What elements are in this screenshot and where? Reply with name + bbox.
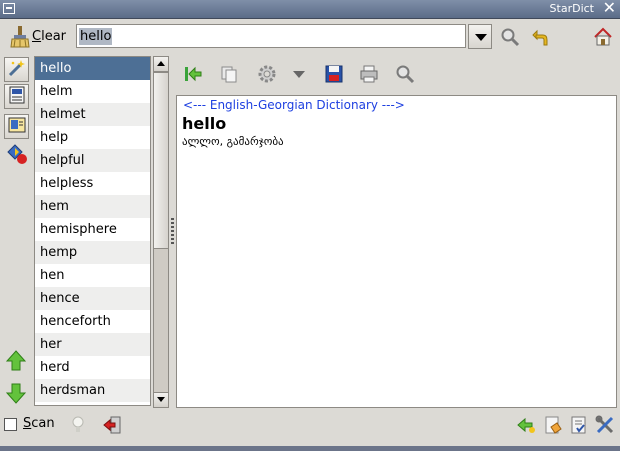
window-bottom-edge: [0, 446, 620, 451]
dictionary-name: <--- English-Georgian Dictionary --->: [183, 98, 405, 112]
back-icon[interactable]: [530, 26, 552, 48]
down-arrow-icon[interactable]: [5, 382, 27, 404]
clear-broom-icon[interactable]: [9, 25, 31, 49]
dict-list-button[interactable]: [4, 84, 29, 109]
word-list-scrollbar[interactable]: [153, 56, 169, 408]
scroll-up-arrow-icon[interactable]: [154, 57, 168, 72]
scroll-down-arrow-icon[interactable]: [154, 392, 168, 407]
clear-label-rest: lear: [41, 29, 66, 44]
definition-translation: ალლო, გამარჯობა: [182, 135, 284, 148]
preferences-icon[interactable]: [595, 415, 615, 435]
scan-label[interactable]: Scan: [23, 416, 55, 431]
title-bar: StarDict ✕: [0, 0, 620, 19]
fuzzy-search-icon: [7, 58, 27, 82]
clear-mnemonic: C: [32, 29, 42, 44]
print-icon[interactable]: [358, 63, 380, 85]
scrollbar-thumb[interactable]: [154, 72, 168, 249]
list-item[interactable]: help: [35, 126, 150, 149]
up-arrow-icon[interactable]: [5, 350, 27, 372]
list-item[interactable]: helmet: [35, 103, 150, 126]
search-in-text-icon[interactable]: [394, 63, 416, 85]
definition-pane[interactable]: <--- English-Georgian Dictionary ---> he…: [176, 95, 617, 408]
list-item[interactable]: hence: [35, 287, 150, 310]
fuzzy-search-button[interactable]: [4, 57, 29, 82]
close-icon[interactable]: ✕: [603, 0, 616, 17]
list-item[interactable]: henceforth: [35, 310, 150, 333]
pronounce-icon[interactable]: [256, 63, 278, 85]
bulb-icon[interactable]: [68, 415, 88, 435]
list-item[interactable]: hem: [35, 195, 150, 218]
list-item[interactable]: hen: [35, 264, 150, 287]
clear-button[interactable]: Clear: [32, 29, 66, 44]
search-icon[interactable]: [499, 26, 521, 48]
definition-word: hello: [182, 114, 227, 133]
menu-dropdown-icon[interactable]: [288, 63, 310, 85]
dict-info-button[interactable]: [4, 114, 29, 139]
copy-icon[interactable]: [218, 63, 240, 85]
window-menu-icon[interactable]: [3, 3, 15, 14]
word-list[interactable]: hello helm helmet help helpful helpless …: [34, 56, 151, 406]
list-item[interactable]: herdsman: [35, 379, 150, 402]
list-item[interactable]: herd: [35, 356, 150, 379]
window-title: StarDict: [549, 2, 594, 15]
dict-manager-icon[interactable]: [569, 415, 589, 435]
list-item[interactable]: helpful: [35, 149, 150, 172]
save-icon[interactable]: [323, 63, 345, 85]
new-version-icon[interactable]: [516, 415, 536, 435]
pane-splitter-handle[interactable]: [171, 218, 174, 246]
scan-label-rest: can: [31, 416, 55, 431]
list-item[interactable]: hemp: [35, 241, 150, 264]
quit-icon[interactable]: [102, 415, 122, 435]
dict-manage-icon: [6, 143, 28, 169]
dict-list-icon: [7, 85, 27, 109]
list-item[interactable]: her: [35, 333, 150, 356]
list-item[interactable]: helpless: [35, 172, 150, 195]
search-selected-text: hello: [79, 28, 113, 45]
scan-checkbox[interactable]: [4, 418, 17, 431]
history-dropdown-button[interactable]: [468, 24, 492, 49]
go-back-icon[interactable]: [182, 63, 204, 85]
dict-info-icon: [7, 115, 27, 139]
home-icon[interactable]: [592, 26, 614, 48]
list-item[interactable]: helm: [35, 80, 150, 103]
list-item[interactable]: hemisphere: [35, 218, 150, 241]
dict-manage-button[interactable]: [4, 143, 29, 168]
list-item[interactable]: hello: [35, 57, 150, 80]
manual-icon[interactable]: [543, 415, 563, 435]
search-input[interactable]: [76, 24, 466, 48]
